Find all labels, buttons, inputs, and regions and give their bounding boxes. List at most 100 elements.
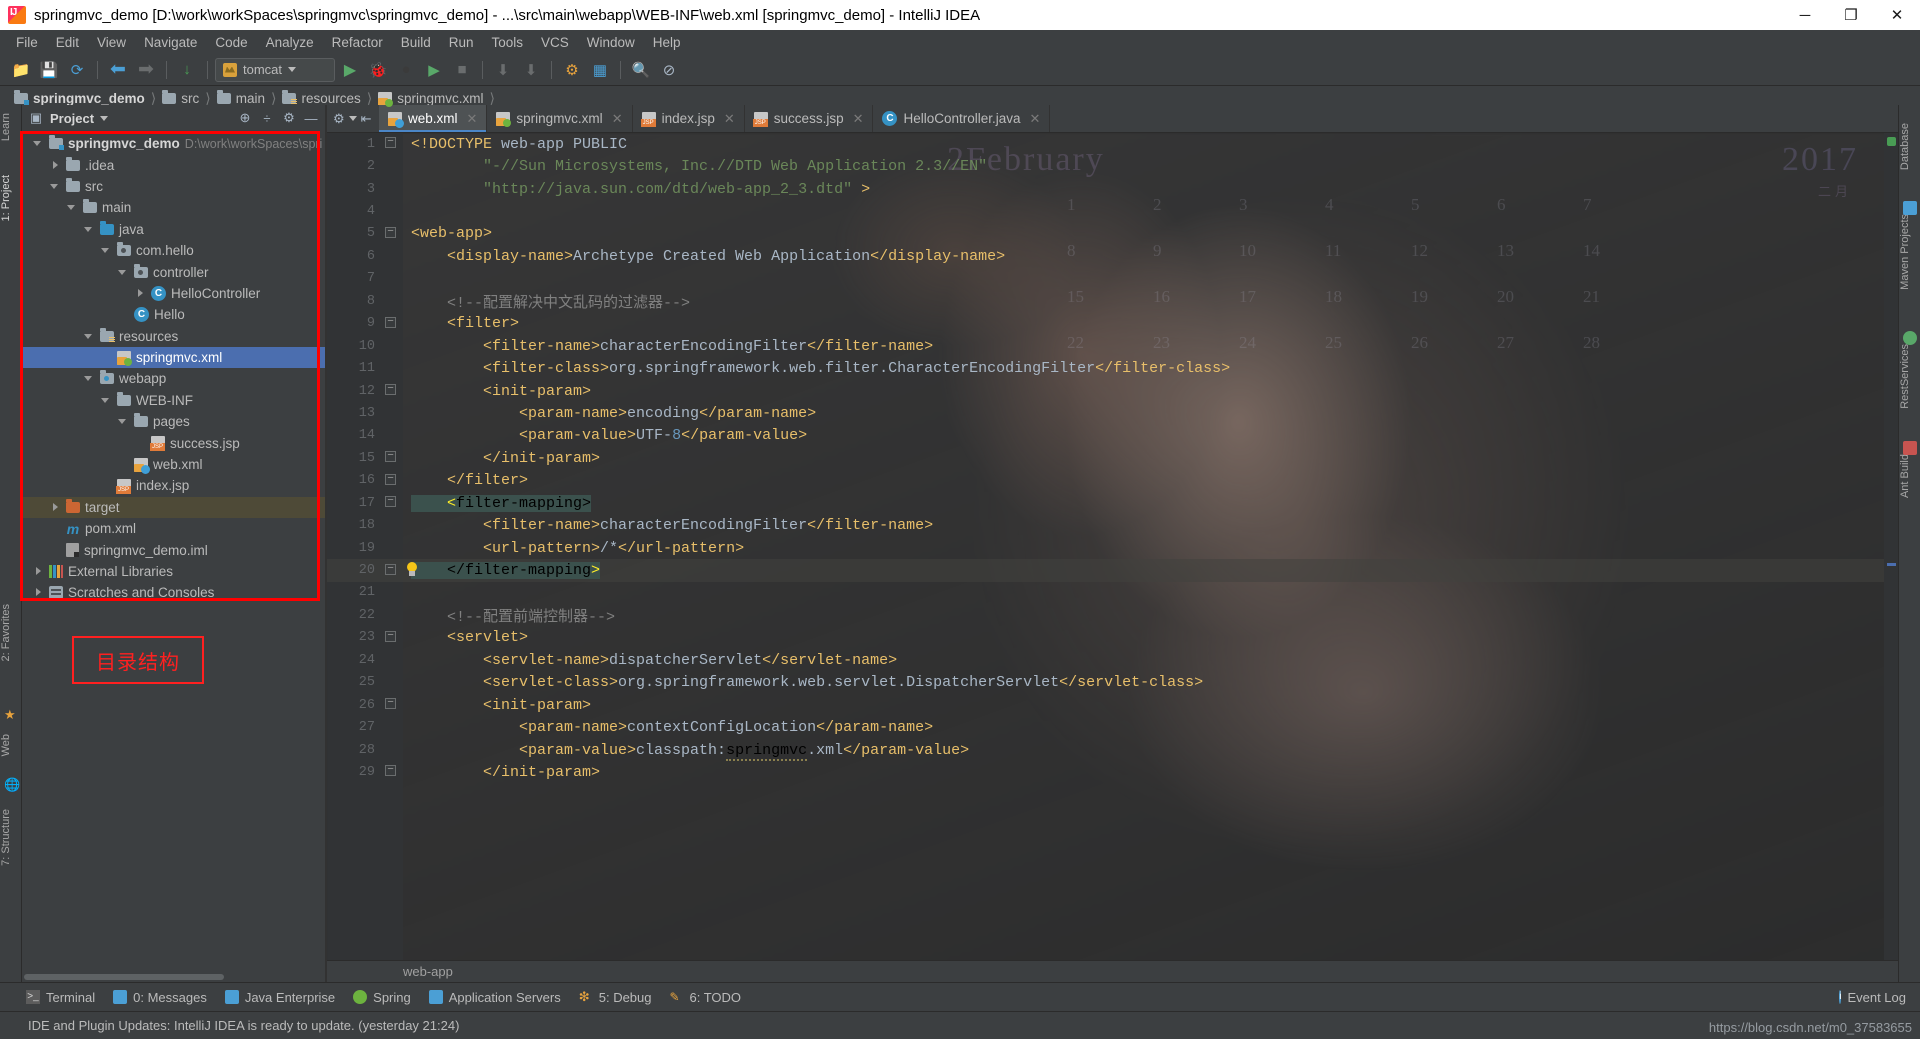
profile-button[interactable]: ▶	[421, 57, 447, 83]
chevron-right-icon[interactable]	[33, 566, 44, 577]
close-icon[interactable]: ✕	[724, 111, 735, 127]
fold-collapse-icon[interactable]	[385, 765, 396, 777]
fold-expand-icon[interactable]	[385, 226, 396, 238]
stripe-favorites[interactable]: 2: Favorites	[0, 600, 22, 665]
fold-expand-icon[interactable]	[385, 698, 396, 710]
bottom-tool-spring[interactable]: Spring	[353, 990, 411, 1005]
tree-node-springmvc-demo-iml[interactable]: springmvc_demo.iml	[22, 539, 325, 560]
fold-expand-icon[interactable]	[385, 384, 396, 396]
menu-run[interactable]: Run	[440, 33, 483, 52]
save-all-icon[interactable]: 💾	[36, 57, 62, 83]
tree-node-springmvc-xml[interactable]: springmvc.xml	[22, 346, 325, 369]
breadcrumb-src[interactable]: src	[158, 90, 203, 106]
tree-node-pages[interactable]: pages	[22, 411, 325, 432]
code-line-21[interactable]: 21	[327, 582, 1898, 604]
menu-build[interactable]: Build	[392, 33, 440, 52]
tree-node-external-libraries[interactable]: External Libraries	[22, 561, 325, 582]
tree-node-pom-xml[interactable]: m pom.xml	[22, 518, 325, 539]
code-line-28[interactable]: 28 <param-value>classpath:springmvc.xml<…	[327, 739, 1898, 761]
tree-node-webapp[interactable]: webapp	[22, 368, 325, 389]
code-line-27[interactable]: 27 <param-name>contextConfigLocation</pa…	[327, 716, 1898, 738]
code-line-6[interactable]: 6 <display-name>Archetype Created Web Ap…	[327, 245, 1898, 267]
redeploy-icon[interactable]: ⬇	[518, 57, 544, 83]
bottom-tool-todo[interactable]: ✎ 6: TODO	[670, 990, 742, 1005]
chevron-down-icon[interactable]	[348, 116, 357, 121]
breadcrumb-resources[interactable]: resources	[278, 90, 364, 106]
code-line-19[interactable]: 19 <url-pattern>/*</url-pattern>	[327, 537, 1898, 559]
fold-collapse-icon[interactable]	[385, 473, 396, 485]
tree-node-com-hello[interactable]: com.hello	[22, 240, 325, 261]
no-entry-icon[interactable]: ⊘	[656, 57, 682, 83]
editor-body[interactable]: 2February 2017 二月 1 2 3 4 5 6 7 8 9 10 11 12 13 14 15 1…	[327, 133, 1898, 982]
tree-node-hellocontroller[interactable]: C HelloController	[22, 283, 325, 304]
tree-node-hello[interactable]: C Hello	[22, 304, 325, 325]
bottom-tool-terminal[interactable]: >_ Terminal	[26, 990, 95, 1005]
tree-node-controller[interactable]: controller	[22, 261, 325, 282]
code-line-4[interactable]: 4	[327, 200, 1898, 222]
stripe-learn[interactable]: Learn	[0, 109, 22, 145]
minimize-button[interactable]: ─	[1782, 0, 1828, 30]
editor-breadcrumb[interactable]: web-app	[327, 960, 1898, 982]
code-line-17[interactable]: 17 <filter-mapping>	[327, 492, 1898, 514]
project-tree[interactable]: springmvc_demo D:\work\workSpaces\spri .id…	[22, 131, 325, 972]
chevron-right-icon[interactable]	[135, 288, 146, 299]
code-line-14[interactable]: 14 <param-value>UTF-8</param-value>	[327, 425, 1898, 447]
project-structure-icon[interactable]: ▦	[587, 57, 613, 83]
tree-node-resources[interactable]: resources	[22, 326, 325, 347]
menu-help[interactable]: Help	[644, 33, 690, 52]
bottom-tool-debug[interactable]: ❇ 5: Debug	[579, 990, 652, 1005]
code-line-8[interactable]: 8 <!--配置解决中文乱码的过滤器-->	[327, 290, 1898, 312]
run-button[interactable]: ▶	[337, 57, 363, 83]
scrollbar-thumb[interactable]	[24, 974, 224, 980]
code-line-7[interactable]: 7	[327, 268, 1898, 290]
tree-node-main[interactable]: main	[22, 197, 325, 218]
code-line-16[interactable]: 16 </filter>	[327, 470, 1898, 492]
chevron-down-icon[interactable]	[118, 267, 129, 278]
stripe-project[interactable]: 1: Project	[0, 171, 22, 225]
hide-sidebar-icon[interactable]: ⇤	[361, 111, 372, 127]
bottom-tool-messages[interactable]: 0: Messages	[113, 990, 207, 1005]
close-icon[interactable]: ✕	[612, 111, 623, 127]
tab-springmvc-xml[interactable]: springmvc.xml ✕	[487, 105, 633, 132]
chevron-down-icon[interactable]	[118, 416, 129, 427]
chevron-right-icon[interactable]	[50, 502, 61, 513]
tab-hellocontroller-java[interactable]: C HelloController.java ✕	[873, 105, 1051, 132]
code-line-11[interactable]: 11 <filter-class>org.springframework.web…	[327, 357, 1898, 379]
code-line-26[interactable]: 26 <init-param>	[327, 694, 1898, 716]
code-line-2[interactable]: 2 "-//Sun Microsystems, Inc.//DTD Web Ap…	[327, 155, 1898, 177]
code-line-23[interactable]: 23 <servlet>	[327, 627, 1898, 649]
close-icon[interactable]: ✕	[467, 111, 478, 127]
chevron-down-icon[interactable]	[67, 202, 78, 213]
settings-gear-icon[interactable]: ⚙	[559, 57, 585, 83]
bottom-tool-java-enterprise[interactable]: Java Enterprise	[224, 990, 335, 1005]
tree-node-scratches-and-consoles[interactable]: Scratches and Consoles	[22, 582, 325, 603]
chevron-down-icon[interactable]	[84, 373, 95, 384]
tree-node-idea[interactable]: .idea	[22, 154, 325, 175]
menu-navigate[interactable]: Navigate	[135, 33, 206, 52]
tab-success-jsp[interactable]: success.jsp ✕	[745, 105, 874, 132]
code-line-29[interactable]: 29 </init-param>	[327, 761, 1898, 783]
run-configuration-selector[interactable]: tomcat	[215, 57, 335, 82]
breadcrumb-main[interactable]: main	[213, 90, 269, 106]
menu-view[interactable]: View	[88, 33, 135, 52]
code-line-22[interactable]: 22 <!--配置前端控制器-->	[327, 604, 1898, 626]
breadcrumb-springmvc-xml[interactable]: springmvc.xml	[374, 91, 487, 107]
menu-refactor[interactable]: Refactor	[323, 33, 392, 52]
tree-node-web-xml[interactable]: web.xml	[22, 454, 325, 475]
project-view-chevron-down-icon[interactable]	[100, 115, 109, 121]
stop-button[interactable]: ■	[449, 57, 475, 83]
tab-index-jsp[interactable]: index.jsp ✕	[633, 105, 745, 132]
menu-tools[interactable]: Tools	[483, 33, 533, 52]
collapse-all-icon[interactable]: ÷	[259, 110, 275, 126]
event-log-button[interactable]: i Event Log	[1839, 990, 1906, 1005]
chevron-down-icon[interactable]	[84, 331, 95, 342]
tree-node-target[interactable]: target	[22, 496, 325, 519]
breadcrumb-springmvc-demo[interactable]: springmvc_demo	[10, 90, 149, 106]
maximize-button[interactable]: ❐	[1828, 0, 1874, 30]
open-project-icon[interactable]: 📁	[8, 57, 34, 83]
menu-vcs[interactable]: VCS	[532, 33, 578, 52]
run-coverage-button[interactable]: ●	[393, 57, 419, 83]
code-line-24[interactable]: 24 <servlet-name>dispatcherServlet</serv…	[327, 649, 1898, 671]
code-content[interactable]: 1 <!DOCTYPE web-app PUBLIC 2 "-//Sun Micro…	[327, 133, 1898, 982]
tree-node-java[interactable]: java	[22, 219, 325, 240]
